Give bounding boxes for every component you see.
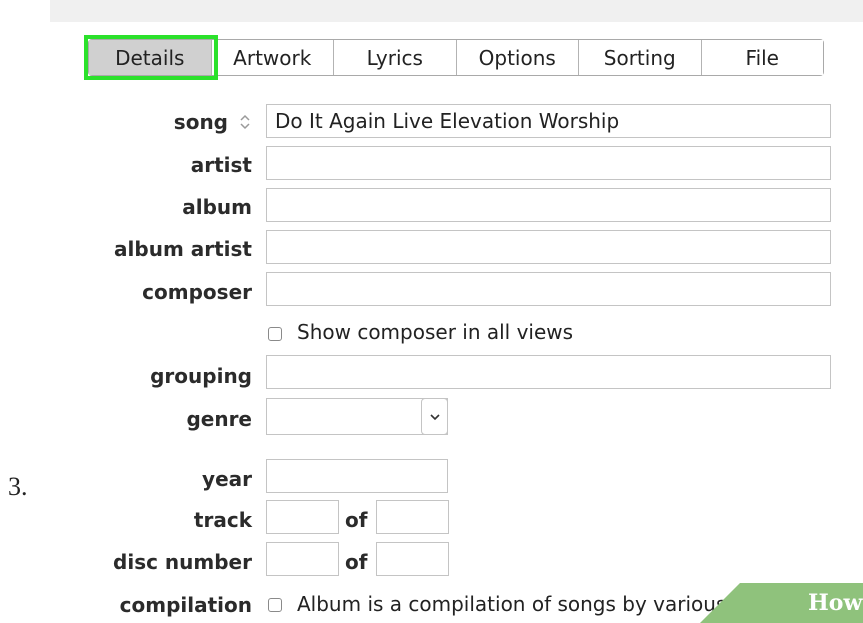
artist-label: artist	[190, 153, 252, 177]
window-top-strip	[50, 0, 863, 22]
composer-label: composer	[142, 280, 252, 304]
chevron-down-icon	[429, 413, 440, 420]
track-total-field[interactable]	[376, 500, 449, 534]
sort-arrows-icon[interactable]	[238, 112, 252, 132]
tab-options[interactable]: Options	[455, 40, 578, 75]
track-number-field[interactable]	[266, 500, 339, 534]
watermark-text: How	[808, 590, 863, 616]
composer-field[interactable]	[266, 272, 831, 306]
song-field-value: Do It Again Live Elevation Worship	[275, 109, 620, 133]
song-info-details-page: 3. Details Artwork Lyrics Options Sortin…	[0, 0, 863, 623]
tab-sorting[interactable]: Sorting	[578, 40, 701, 75]
year-field[interactable]	[266, 459, 448, 493]
compilation-label: compilation	[119, 593, 252, 617]
album-artist-label: album artist	[114, 237, 252, 261]
song-label: song	[173, 110, 228, 134]
watermark-badge: How	[700, 583, 863, 623]
album-field[interactable]	[266, 188, 831, 222]
track-label: track	[193, 508, 252, 532]
grouping-field[interactable]	[266, 355, 831, 389]
show-composer-checkbox[interactable]	[268, 327, 282, 341]
album-artist-field[interactable]	[266, 230, 831, 264]
tab-lyrics[interactable]: Lyrics	[333, 40, 456, 75]
genre-select[interactable]	[266, 398, 448, 435]
disc-number-label: disc number	[113, 550, 252, 574]
disc-total-field[interactable]	[376, 542, 449, 576]
genre-dropdown-button[interactable]	[421, 398, 448, 435]
compilation-checkbox[interactable]	[268, 598, 282, 612]
disc-number-field[interactable]	[266, 542, 339, 576]
year-label: year	[202, 467, 252, 491]
tab-bar: Details Artwork Lyrics Options Sorting F…	[88, 39, 824, 76]
tab-details[interactable]: Details	[89, 40, 211, 75]
album-label: album	[182, 195, 252, 219]
disc-of-label: of	[345, 550, 368, 574]
genre-label: genre	[186, 407, 252, 431]
tab-file[interactable]: File	[700, 40, 823, 75]
track-of-label: of	[345, 508, 368, 532]
step-number: 3.	[8, 472, 28, 501]
artist-field[interactable]	[266, 146, 831, 180]
song-field[interactable]: Do It Again Live Elevation Worship	[266, 104, 831, 138]
grouping-label: grouping	[150, 364, 252, 388]
show-composer-label: Show composer in all views	[297, 320, 574, 344]
tab-artwork[interactable]: Artwork	[210, 40, 333, 75]
